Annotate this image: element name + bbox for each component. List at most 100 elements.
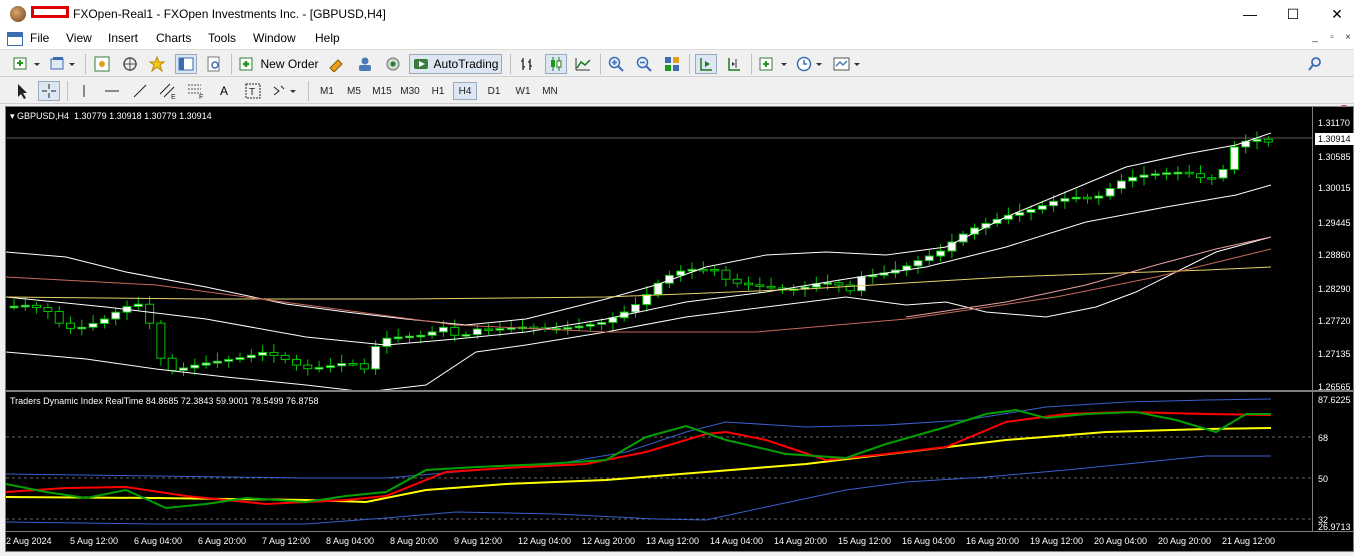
crosshair-icon	[42, 84, 56, 98]
candle-body	[190, 364, 200, 369]
bar-chart-button[interactable]	[517, 54, 537, 74]
price-chart[interactable]	[6, 107, 1312, 390]
line-chart-button[interactable]	[573, 54, 593, 74]
timeframe-h1[interactable]: H1	[427, 82, 449, 100]
candle-body	[54, 310, 64, 324]
timeframe-m15[interactable]: M15	[369, 82, 395, 100]
candle-body	[337, 363, 347, 367]
timeframe-m30[interactable]: M30	[397, 82, 423, 100]
candle-body	[857, 276, 866, 292]
cursor-button[interactable]	[12, 81, 32, 101]
label-button[interactable]: T	[243, 81, 263, 101]
horizontal-line-button[interactable]	[103, 81, 121, 101]
crosshair-button[interactable]	[38, 81, 60, 101]
autoscroll-button[interactable]	[695, 54, 717, 74]
candle-body	[156, 322, 166, 359]
minimize-button[interactable]: —	[1227, 0, 1273, 28]
indicator-chart[interactable]	[6, 392, 1312, 531]
candle-body	[1071, 196, 1081, 200]
menu-view[interactable]: View	[66, 31, 92, 45]
rsi-price-line	[6, 408, 1271, 510]
timeframe-d1[interactable]: D1	[483, 82, 505, 100]
indicator-axis-label: 50	[1318, 474, 1329, 484]
trendline-button[interactable]	[131, 81, 149, 101]
price-axis-label: 1.30015	[1318, 183, 1351, 193]
timeframe-mn[interactable]: MN	[537, 82, 563, 100]
signals-button[interactable]	[383, 54, 403, 74]
autotrading-button[interactable]: AutoTrading	[409, 54, 502, 74]
people-icon	[359, 57, 371, 71]
price-axis-label: 1.29445	[1318, 218, 1351, 228]
tile-windows-button[interactable]	[662, 54, 682, 74]
time-axis-label: 13 Aug 12:00	[646, 536, 700, 546]
close-button[interactable]: ✕	[1314, 0, 1354, 28]
zoom-out-button[interactable]	[634, 54, 654, 74]
text-button[interactable]: A	[215, 81, 233, 101]
favorites-button[interactable]	[147, 54, 167, 74]
candle-body	[1150, 173, 1160, 176]
timeframe-w1[interactable]: W1	[511, 82, 535, 100]
candle-body	[66, 322, 75, 329]
new-order-button[interactable]: New Order	[238, 54, 320, 74]
editor-icon	[329, 59, 343, 72]
candlestick-button[interactable]	[545, 54, 567, 74]
market-watch-button[interactable]	[92, 54, 112, 74]
candle-body	[495, 328, 505, 331]
terminal-button[interactable]	[175, 54, 197, 74]
fibonacci-button[interactable]: F	[186, 81, 206, 101]
menu-file[interactable]: File	[30, 31, 49, 45]
time-axis-border	[6, 531, 1354, 532]
menu-help[interactable]: Help	[315, 31, 340, 45]
vertical-line-button[interactable]	[75, 81, 93, 101]
candle-body	[133, 303, 143, 307]
candle-body	[1218, 169, 1228, 179]
strategy-tester-button[interactable]	[204, 54, 224, 74]
candle-body	[744, 282, 753, 286]
crosshair-nav-button[interactable]	[120, 54, 140, 74]
zoom-in-button[interactable]	[606, 54, 626, 74]
mdi-restore-icon[interactable]: ▫	[1325, 32, 1339, 45]
zoom-in-icon	[608, 56, 624, 72]
mdi-minimize-icon[interactable]: _	[1308, 32, 1322, 45]
chart-window-icon[interactable]	[7, 32, 23, 46]
time-axis-label: 20 Aug 20:00	[1158, 536, 1212, 546]
channel-button[interactable]: E	[158, 81, 178, 101]
menu-insert[interactable]: Insert	[108, 31, 138, 45]
templates-button[interactable]	[832, 54, 864, 74]
menu-tools[interactable]: Tools	[208, 31, 236, 45]
menu-charts[interactable]: Charts	[156, 31, 191, 45]
redacted-account	[31, 6, 69, 18]
chart-shift-button[interactable]	[724, 54, 744, 74]
fibonacci-icon: F	[188, 84, 203, 100]
channel-icon: E	[159, 83, 176, 100]
maximize-button[interactable]: ☐	[1270, 0, 1316, 28]
chart-header-text: GBPUSD,H4 1.30779 1.30918 1.30779 1.3091…	[17, 111, 212, 121]
metaeditor-button[interactable]	[327, 54, 347, 74]
new-chart-button[interactable]	[10, 54, 44, 74]
template-icon	[833, 57, 860, 71]
new-chart-icon	[13, 57, 40, 70]
candle-body	[371, 346, 381, 370]
menu-window[interactable]: Window	[253, 31, 296, 45]
time-axis-label: 8 Aug 20:00	[390, 536, 439, 546]
timeframe-m1[interactable]: M1	[316, 82, 338, 100]
trendline-icon	[133, 84, 147, 98]
candle-body	[1207, 177, 1217, 180]
chart-shift-icon	[728, 58, 740, 71]
candle-body	[947, 241, 957, 252]
search-button[interactable]	[1305, 54, 1325, 74]
periods-button[interactable]	[795, 54, 827, 74]
mdi-close-icon[interactable]: ×	[1341, 32, 1354, 45]
timeframe-h4[interactable]: H4	[453, 82, 477, 100]
candle-body	[438, 326, 448, 333]
timeframe-m5[interactable]: M5	[342, 82, 366, 100]
market-watch-icon	[94, 56, 110, 72]
chat-button[interactable]	[355, 54, 375, 74]
indicators-button[interactable]	[757, 54, 791, 74]
profiles-button[interactable]	[48, 54, 80, 74]
arrows-button[interactable]	[270, 81, 300, 101]
candle-body	[732, 278, 742, 284]
time-axis-label: 9 Aug 12:00	[454, 536, 503, 546]
svg-text:E: E	[171, 94, 176, 100]
candle-body	[924, 255, 934, 262]
